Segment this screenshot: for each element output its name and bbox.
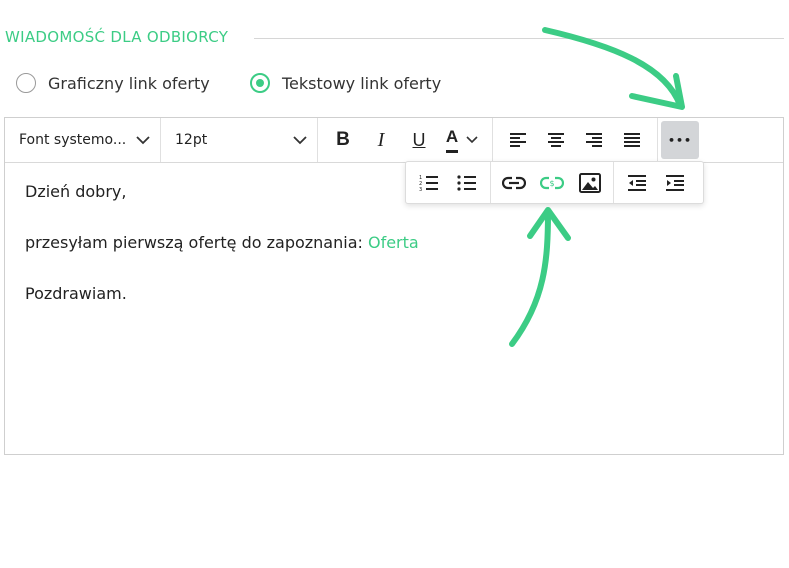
align-right-button[interactable] [575,122,613,158]
offer-link-icon: $ [540,176,564,189]
insert-group: $ [491,162,614,203]
underline-icon: U [412,129,426,150]
editor-toolbar: Font systemo... 12pt B I U A ••• [5,118,783,163]
more-button[interactable]: ••• [661,121,699,159]
radio-text-link[interactable]: Tekstowy link oferty [250,73,441,93]
bullet-list-icon [457,174,476,191]
more-icon: ••• [667,133,693,147]
offer-link[interactable]: Oferta [368,233,419,252]
align-center-button[interactable] [537,122,575,158]
font-family-select[interactable]: Font systemo... [5,118,161,162]
section-title: WIADOMOŚĆ DLA ODBIORCY [5,28,229,46]
bold-icon: B [336,129,350,150]
chevron-down-icon [136,135,150,144]
svg-text:3: 3 [419,187,422,192]
content-text: przesyłam pierwszą ofertę do zapoznania: [25,233,368,252]
editor-content[interactable]: Dzień dobry, przesyłam pierwszą ofertę d… [25,182,419,335]
image-button[interactable] [571,165,609,201]
arrow-head-more [629,73,685,110]
indent-button[interactable] [656,165,694,201]
radio-button[interactable] [16,73,36,93]
radio-label: Graficzny link oferty [48,73,210,93]
section-divider [254,38,784,39]
underline-button[interactable]: U [400,122,438,158]
image-icon [579,172,601,193]
numbered-list-button[interactable]: 123 [410,165,448,201]
svg-text:$: $ [549,179,554,188]
text-color-button[interactable]: A [438,122,486,158]
align-justify-button[interactable] [613,122,651,158]
outdent-icon [628,174,646,191]
text-color-icon: A [445,127,459,153]
link-button[interactable] [495,165,533,201]
chevron-down-icon [466,136,478,144]
list-group: 123 [406,162,491,203]
radio-button-checked[interactable] [250,73,270,93]
chevron-down-icon [293,135,307,144]
content-line: Dzień dobry, [25,182,127,201]
align-center-icon [548,133,564,147]
font-size-value: 12pt [175,132,208,148]
italic-icon: I [377,128,385,151]
align-group [493,118,658,162]
italic-button[interactable]: I [362,122,400,158]
font-family-value: Font systemo... [19,132,127,148]
align-right-icon [586,133,602,147]
radio-graphic-link[interactable]: Graficzny link oferty [16,73,210,93]
align-left-icon [510,133,526,147]
content-line: przesyłam pierwszą ofertę do zapoznania:… [25,233,419,253]
align-justify-icon [624,133,640,147]
arrow-to-more-button [542,27,683,108]
bold-button[interactable]: B [324,122,362,158]
content-line: Pozdrawiam. [25,284,127,303]
format-group: B I U A [318,118,493,162]
indent-icon [666,174,684,191]
indent-group [614,162,698,203]
link-icon [502,176,526,189]
font-size-select[interactable]: 12pt [161,118,318,162]
offer-link-button[interactable]: $ [533,165,571,201]
numbered-list-icon: 123 [419,175,438,192]
radio-label: Tekstowy link oferty [282,73,442,93]
toolbar-overflow-menu: 123 $ [405,161,704,204]
bullet-list-button[interactable] [448,165,486,201]
outdent-button[interactable] [618,165,656,201]
align-left-button[interactable] [499,122,537,158]
